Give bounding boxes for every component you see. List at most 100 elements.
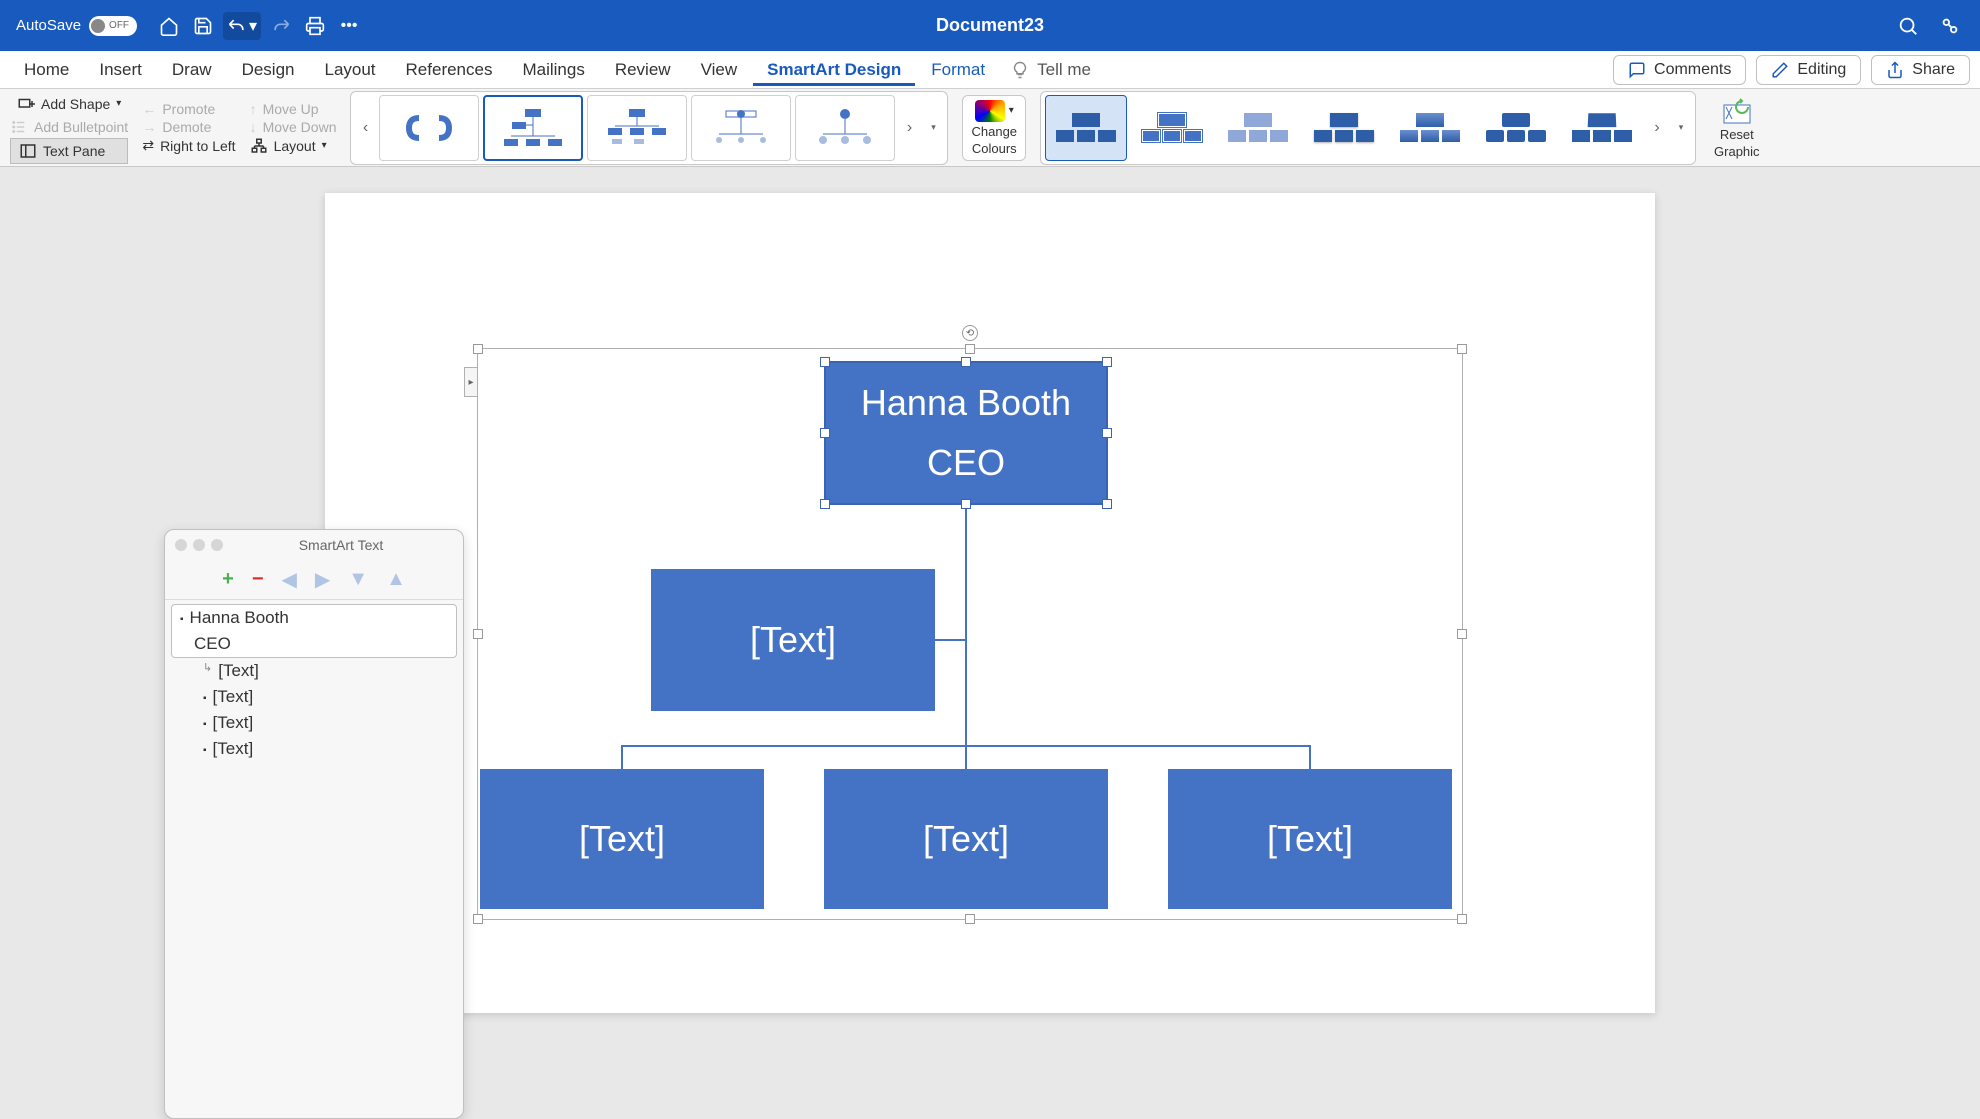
tab-design[interactable]: Design (228, 54, 309, 86)
tab-format[interactable]: Format (917, 54, 999, 86)
style-option-5[interactable] (1389, 95, 1471, 161)
list-item[interactable]: ▪Hanna Booth CEO (171, 604, 457, 658)
comments-button[interactable]: Comments (1613, 55, 1746, 85)
tab-smartart-design[interactable]: SmartArt Design (753, 54, 915, 86)
layout-option-2[interactable] (483, 95, 583, 161)
styles-expand[interactable]: ▾ (1671, 122, 1691, 133)
layout-button[interactable]: Layout ▾ (250, 137, 337, 155)
tab-references[interactable]: References (392, 54, 507, 86)
shape-handle[interactable] (1102, 499, 1112, 509)
org-box-top[interactable]: Hanna Booth CEO (824, 361, 1108, 505)
connector-line (621, 745, 623, 769)
share-button[interactable]: Share (1871, 55, 1970, 85)
style-option-7[interactable] (1561, 95, 1643, 161)
gallery-next[interactable]: › (899, 119, 919, 137)
style-option-6[interactable] (1475, 95, 1557, 161)
shape-handle[interactable] (1102, 357, 1112, 367)
tab-home[interactable]: Home (10, 54, 83, 86)
pencil-icon (1771, 61, 1789, 79)
arrow-right-icon: → (142, 119, 156, 135)
add-bulletpoint-button: Add Bulletpoint (10, 118, 128, 136)
org-top-title: CEO (927, 442, 1005, 484)
shape-handle[interactable] (1102, 428, 1112, 438)
tell-me[interactable]: Tell me (1011, 60, 1091, 80)
tab-draw[interactable]: Draw (158, 54, 226, 86)
smartart-frame[interactable]: ⟲ ▸ Hanna Booth CEO [Text] [T (477, 348, 1463, 920)
shape-handle[interactable] (961, 499, 971, 509)
page[interactable]: ⟲ ▸ Hanna Booth CEO [Text] [T (325, 193, 1655, 1013)
add-shape-button[interactable]: Add Shape ▾ (10, 92, 128, 116)
org-box-bottom-2[interactable]: [Text] (824, 769, 1108, 909)
list-item[interactable]: ▪[Text] (171, 710, 457, 736)
change-colours-button[interactable]: ▾ Change Colours (962, 95, 1026, 161)
smartart-text-panel[interactable]: SmartArt Text + − ◀ ▶ ▼ ▲ ▪Hanna Booth C… (164, 529, 464, 1119)
redo-icon[interactable] (267, 12, 295, 40)
close-dot[interactable] (175, 539, 187, 551)
org-box-assistant[interactable]: [Text] (651, 569, 935, 711)
org-box-bottom-3[interactable]: [Text] (1168, 769, 1452, 909)
layout-option-5[interactable] (795, 95, 895, 161)
panel-titlebar: SmartArt Text (165, 530, 463, 560)
shape-handle[interactable] (961, 357, 971, 367)
shape-handle[interactable] (820, 499, 830, 509)
text-pane-button[interactable]: Text Pane (10, 138, 128, 164)
resize-handle[interactable] (1457, 344, 1467, 354)
search-icon[interactable] (1894, 12, 1922, 40)
resize-handle[interactable] (1457, 914, 1467, 924)
resize-handle[interactable] (473, 914, 483, 924)
style-option-4[interactable] (1303, 95, 1385, 161)
org-box-bottom-1[interactable]: [Text] (480, 769, 764, 909)
resize-handle[interactable] (1457, 629, 1467, 639)
minimize-dot[interactable] (193, 539, 205, 551)
style-option-3[interactable] (1217, 95, 1299, 161)
reset-graphic-button[interactable]: Reset Graphic (1710, 93, 1764, 163)
document-area: ⟲ ▸ Hanna Booth CEO [Text] [T (0, 167, 1980, 1012)
style-option-1[interactable] (1045, 95, 1127, 161)
text-pane-tab[interactable]: ▸ (464, 367, 478, 397)
shape-handle[interactable] (820, 428, 830, 438)
arrow-up-icon: ↑ (250, 101, 257, 117)
add-icon[interactable]: + (222, 568, 234, 591)
tab-mailings[interactable]: Mailings (508, 54, 598, 86)
tab-view[interactable]: View (687, 54, 752, 86)
print-icon[interactable] (301, 12, 329, 40)
tab-review[interactable]: Review (601, 54, 685, 86)
editing-button[interactable]: Editing (1756, 55, 1861, 85)
move-up-button: ↑Move Up (250, 101, 337, 117)
palette-icon (975, 100, 1005, 122)
layout-option-4[interactable] (691, 95, 791, 161)
shape-handle[interactable] (820, 357, 830, 367)
rotate-handle[interactable]: ⟲ (962, 325, 978, 341)
home-icon[interactable] (155, 12, 183, 40)
right-to-left-button[interactable]: ⇄Right to Left (142, 137, 235, 154)
layout-option-3[interactable] (587, 95, 687, 161)
share-titlebar-icon[interactable] (1936, 12, 1964, 40)
tab-insert[interactable]: Insert (85, 54, 156, 86)
resize-handle[interactable] (965, 914, 975, 924)
autosave-switch[interactable]: OFF (89, 16, 137, 36)
bullet-icon (10, 118, 28, 136)
add-shape-icon (17, 95, 35, 113)
resize-handle[interactable] (473, 629, 483, 639)
list-item[interactable]: ↳[Text] (171, 658, 457, 684)
style-option-2[interactable] (1131, 95, 1213, 161)
undo-button[interactable]: ▾ (223, 12, 261, 40)
gallery-prev[interactable]: ‹ (355, 119, 375, 137)
ribbon-tabs: Home Insert Draw Design Layout Reference… (0, 51, 1980, 89)
list-item[interactable]: ▪[Text] (171, 684, 457, 710)
zoom-dot[interactable] (211, 539, 223, 551)
autosave-toggle[interactable]: AutoSave OFF (16, 16, 137, 36)
resize-handle[interactable] (473, 344, 483, 354)
list-item[interactable]: ▪[Text] (171, 736, 457, 762)
more-icon[interactable]: ••• (335, 12, 363, 40)
resize-handle[interactable] (965, 344, 975, 354)
styles-next[interactable]: › (1647, 119, 1667, 137)
remove-icon[interactable]: − (252, 568, 264, 591)
layouts-gallery: ‹ › ▾ (350, 91, 948, 165)
tell-me-label: Tell me (1037, 60, 1091, 80)
gallery-expand[interactable]: ▾ (923, 122, 943, 133)
tab-layout[interactable]: Layout (310, 54, 389, 86)
save-icon[interactable] (189, 12, 217, 40)
layout-option-1[interactable] (379, 95, 479, 161)
connector-line (1309, 745, 1311, 769)
